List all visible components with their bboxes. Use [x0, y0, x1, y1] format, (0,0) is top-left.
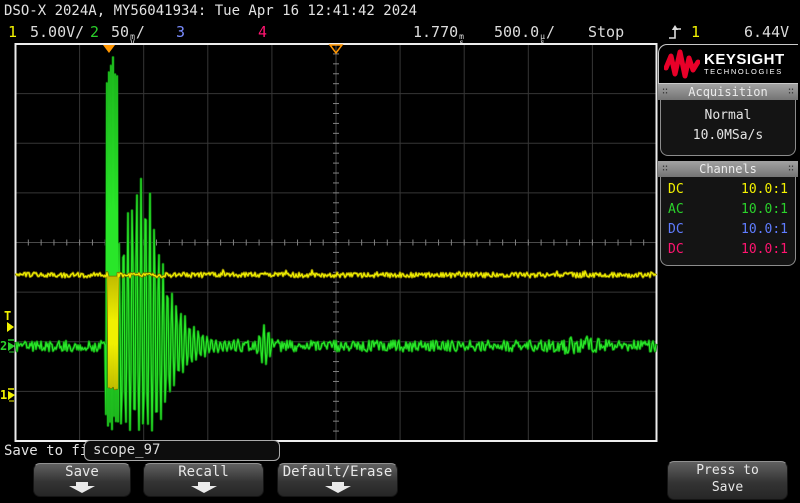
grip-icon: ∷ [788, 84, 794, 100]
channel-row-2: AC 10.0:1 [661, 200, 795, 220]
trigger-edge-icon [668, 21, 682, 43]
acquisition-panel: Normal 10.0MSa/s [660, 100, 796, 156]
keysight-spark-icon [664, 49, 700, 79]
instrument-title: DSO-X 2024A, MY56041934: Tue Apr 16 12:4… [4, 1, 417, 21]
channel-row-4: DC 10.0:1 [661, 240, 795, 260]
channels-panel: DC 10.0:1 AC 10.0:1 DC 10.0:1 DC 10.0:1 [660, 177, 796, 266]
svg-text:2: 2 [0, 339, 7, 353]
grip-icon: ∷ [662, 84, 668, 100]
keysight-logo: KEYSIGHT TECHNOLOGIES [658, 44, 798, 84]
press-to-save-button[interactable]: Press to Save [667, 461, 788, 500]
scope-display: T 2 1 [0, 40, 660, 446]
down-arrow-icon [69, 482, 95, 493]
sample-rate: 10.0MSa/s [661, 126, 795, 146]
trigger-source[interactable]: 1 [691, 21, 700, 43]
down-arrow-icon [191, 482, 217, 493]
down-arrow-icon [325, 482, 351, 493]
grip-icon: ∷ [788, 161, 794, 177]
svg-text:T: T [4, 309, 11, 323]
sidebar: KEYSIGHT TECHNOLOGIES ∷ Acquisition ∷ No… [658, 44, 798, 266]
channel-row-1: DC 10.0:1 [661, 180, 795, 200]
oscilloscope-screen: DSO-X 2024A, MY56041934: Tue Apr 16 12:4… [0, 0, 800, 503]
svg-text:1: 1 [0, 388, 7, 402]
logo-line1: KEYSIGHT [704, 52, 785, 67]
acquisition-mode: Normal [661, 106, 795, 126]
filename-input[interactable]: scope_97 [84, 440, 280, 461]
acquisition-header[interactable]: ∷ Acquisition ∷ [658, 84, 798, 100]
default-erase-softkey[interactable]: Default/Erase [277, 463, 398, 497]
logo-line2: TECHNOLOGIES [704, 67, 785, 76]
recall-softkey[interactable]: Recall [143, 463, 264, 497]
trigger-level-readout[interactable]: 6.44V [744, 21, 789, 43]
save-softkey[interactable]: Save [33, 463, 131, 497]
grip-icon: ∷ [662, 161, 668, 177]
channel-row-3: DC 10.0:1 [661, 220, 795, 240]
channels-header[interactable]: ∷ Channels ∷ [658, 161, 798, 177]
